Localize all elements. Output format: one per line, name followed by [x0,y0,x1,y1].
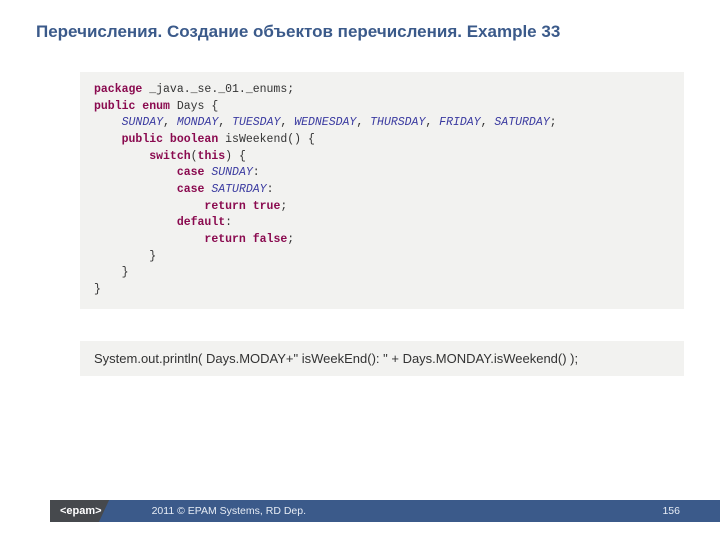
enum-friday: FRIDAY [439,116,480,129]
package-path: _java._se._01._enums; [142,83,294,96]
footer-bar: 2011 © EPAM Systems, RD Dep. 156 [112,500,720,522]
kw-return-false: return [204,233,252,246]
method-parens: () { [287,133,315,146]
kw-package: package [94,83,142,96]
kw-return-true: return [204,200,252,213]
case-sunday: SUNDAY [211,166,252,179]
brace-open: { [204,100,218,113]
page-number: 156 [662,505,680,517]
kw-switch: switch [149,150,190,163]
brace-close-enum: } [94,283,101,296]
brace-close-method: } [122,266,129,279]
method-name: isWeekend [225,133,287,146]
copyright-text: 2011 © EPAM Systems, RD Dep. [152,505,306,517]
enum-thursday: THURSDAY [370,116,425,129]
enum-monday: MONDAY [177,116,218,129]
enum-wednesday: WEDNESDAY [294,116,356,129]
enum-name: Days [177,100,205,113]
kw-this: this [198,150,226,163]
enum-tuesday: TUESDAY [232,116,280,129]
enum-saturday: SATURDAY [494,116,549,129]
enum-sunday: SUNDAY [122,116,163,129]
footer: <epam> 2011 © EPAM Systems, RD Dep. 156 [0,500,720,522]
kw-case-2: case [177,183,212,196]
kw-case-1: case [177,166,212,179]
kw-default: default [177,216,225,229]
code-block: package _java._se._01._enums;public enum… [80,72,684,309]
usage-line: System.out.println( Days.MODAY+" isWeekE… [80,341,684,376]
slide-title: Перечисления. Создание объектов перечисл… [0,0,720,42]
kw-public-enum: public enum [94,100,177,113]
case-saturday: SATURDAY [211,183,266,196]
brace-close-switch: } [149,250,156,263]
kw-method-sig: public boolean [122,133,226,146]
